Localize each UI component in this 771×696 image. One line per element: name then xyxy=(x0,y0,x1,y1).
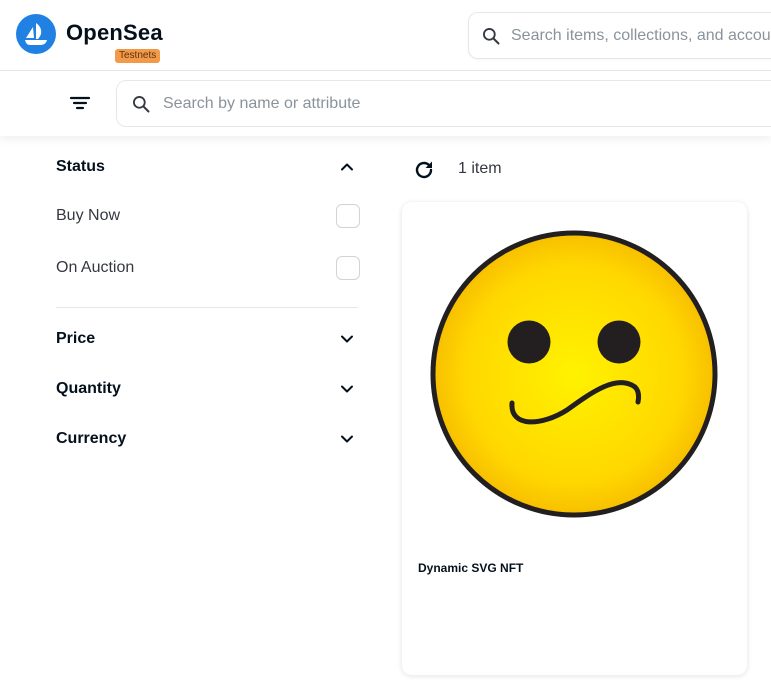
option-label: On Auction xyxy=(56,259,135,276)
divider xyxy=(56,307,358,308)
global-search-input[interactable] xyxy=(511,13,771,58)
filter-bar xyxy=(0,71,771,136)
price-title: Price xyxy=(56,330,96,347)
nft-image xyxy=(402,202,747,547)
testnets-badge: Testnets xyxy=(115,49,161,63)
search-icon xyxy=(131,94,151,119)
opensea-logo-icon[interactable] xyxy=(16,14,56,54)
currency-title: Currency xyxy=(56,430,127,447)
quantity-section-header[interactable]: Quantity xyxy=(56,374,360,404)
search-icon xyxy=(481,26,501,51)
nft-card[interactable]: Dynamic SVG NFT xyxy=(402,202,747,675)
chevron-down-icon xyxy=(340,332,354,351)
item-search-input[interactable] xyxy=(163,81,763,126)
brand-name[interactable]: OpenSea xyxy=(66,20,163,46)
currency-section-header[interactable]: Currency xyxy=(56,424,360,454)
option-label: Buy Now xyxy=(56,207,121,224)
refresh-icon[interactable] xyxy=(412,158,436,187)
quantity-title: Quantity xyxy=(56,380,121,397)
status-option-on-auction[interactable]: On Auction xyxy=(56,253,360,283)
price-section-header[interactable]: Price xyxy=(56,324,360,354)
chevron-up-icon xyxy=(340,160,354,179)
chevron-down-icon xyxy=(340,432,354,451)
global-search-box[interactable] xyxy=(468,12,771,59)
smiley-face-icon xyxy=(430,230,718,518)
top-header: OpenSea Testnets xyxy=(0,0,771,71)
item-search-box[interactable] xyxy=(116,80,771,127)
on-auction-checkbox[interactable] xyxy=(336,256,360,280)
status-title: Status xyxy=(56,158,105,175)
status-section-header[interactable]: Status xyxy=(56,152,360,182)
nft-name: Dynamic SVG NFT xyxy=(418,561,524,575)
filter-toggle-button[interactable] xyxy=(66,91,94,115)
chevron-down-icon xyxy=(340,382,354,401)
filter-lines-icon xyxy=(66,96,94,119)
buy-now-checkbox[interactable] xyxy=(336,204,360,228)
status-option-buy-now[interactable]: Buy Now xyxy=(56,201,360,231)
item-count: 1 item xyxy=(458,160,502,177)
